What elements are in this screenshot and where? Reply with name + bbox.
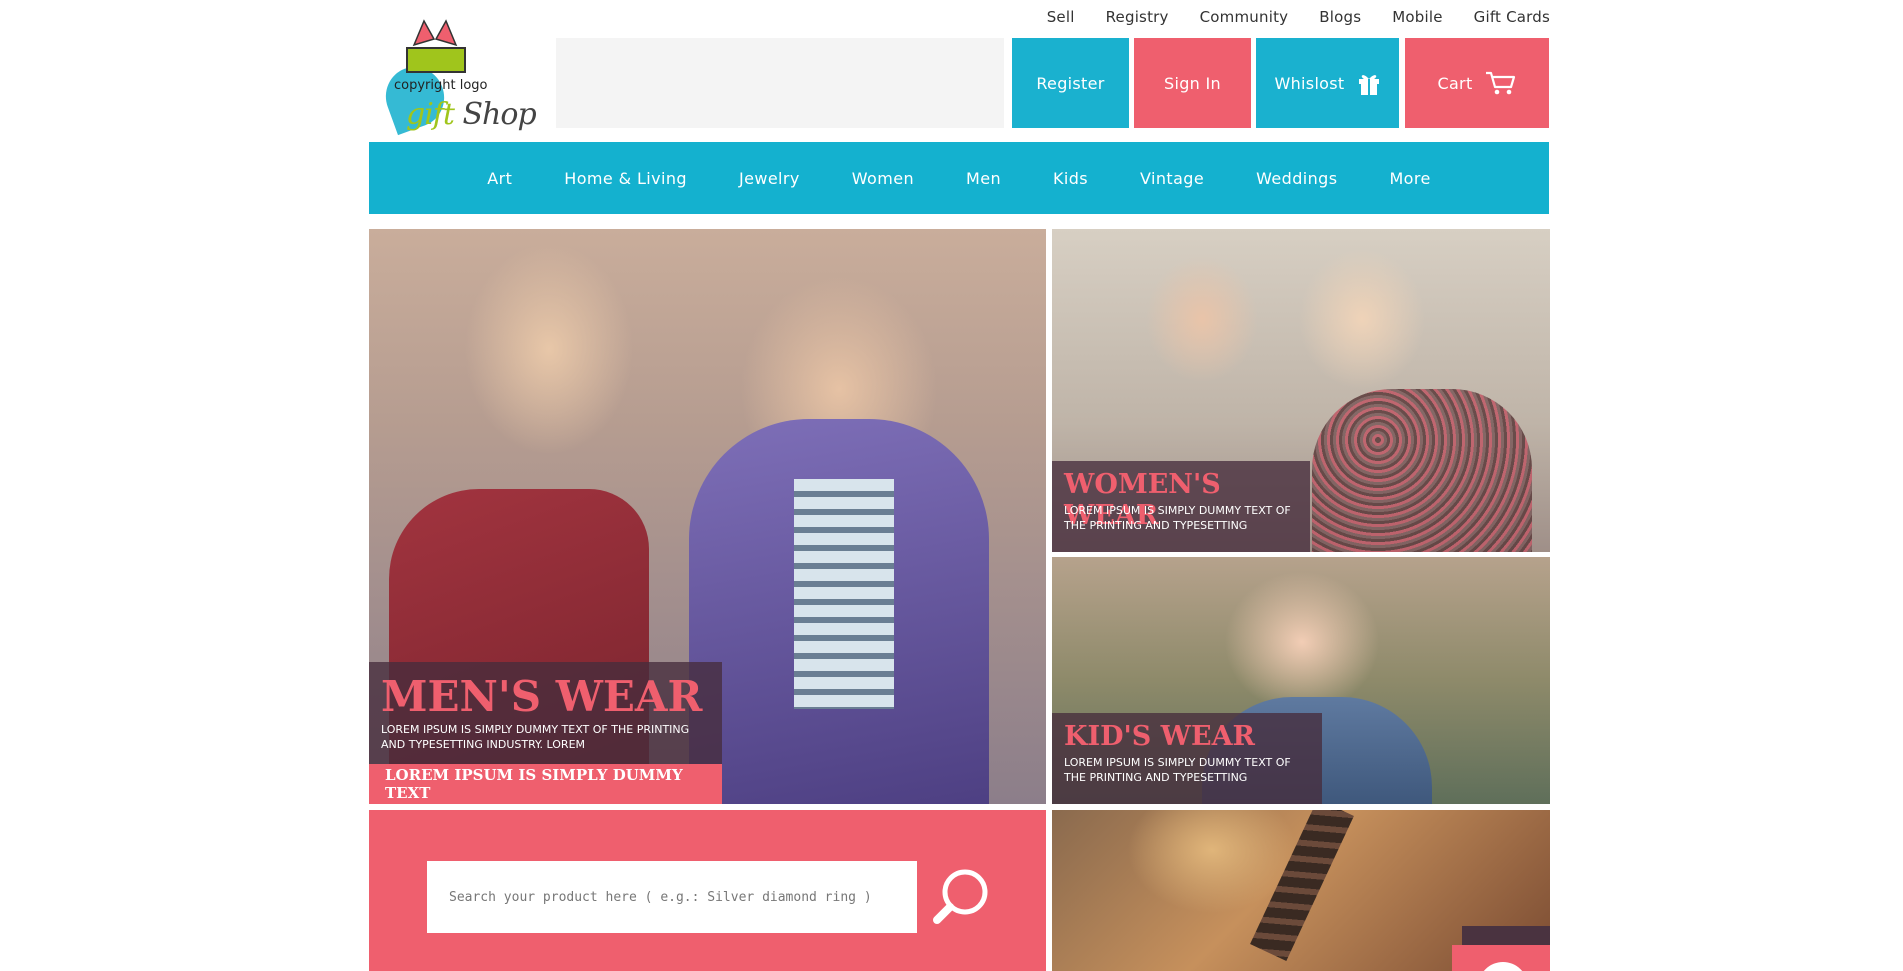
logo-wordmark-shop: Shop	[453, 97, 537, 132]
kids-description: LOREM IPSUM IS SIMPLY DUMMY TEXT OF THE …	[1064, 756, 1291, 784]
top-link-registry[interactable]: Registry	[1106, 8, 1169, 26]
site-logo[interactable]: gift Shop copyright logo	[368, 15, 554, 136]
wishlist-button[interactable]: Whislost	[1256, 38, 1399, 128]
top-link-gift-cards[interactable]: Gift Cards	[1474, 8, 1550, 26]
nav-item-kids[interactable]: Kids	[1053, 169, 1088, 188]
cart-label: Cart	[1437, 73, 1473, 93]
register-label: Register	[1036, 73, 1105, 93]
signin-button[interactable]: Sign In	[1134, 38, 1251, 128]
top-link-blogs[interactable]: Blogs	[1319, 8, 1361, 26]
womens-wear-tile[interactable]: WOMEN'S WEAR LOREM IPSUM IS SIMPLY DUMMY…	[1052, 229, 1550, 552]
mens-cta-button[interactable]: LOREM IPSUM IS SIMPLY DUMMY TEXT	[369, 764, 722, 804]
cart-button[interactable]: Cart	[1405, 38, 1549, 128]
logo-wordmark: gift Shop	[406, 97, 537, 132]
search-input[interactable]	[427, 861, 917, 933]
nav-item-jewelry[interactable]: Jewelry	[739, 169, 800, 188]
nav-item-home-living[interactable]: Home & Living	[564, 169, 687, 188]
kids-wear-tile[interactable]: KID'S WEAR LOREM IPSUM IS SIMPLY DUMMY T…	[1052, 557, 1550, 804]
kids-title: KID'S WEAR	[1064, 721, 1255, 752]
mens-caption: MEN'S WEAR LOREM IPSUM IS SIMPLY DUMMY T…	[369, 662, 722, 764]
top-link-sell[interactable]: Sell	[1047, 8, 1075, 26]
kids-caption: KID'S WEAR LOREM IPSUM IS SIMPLY DUMMY T…	[1052, 713, 1322, 804]
nav-item-more[interactable]: More	[1389, 169, 1430, 188]
mens-description: LOREM IPSUM IS SIMPLY DUMMY TEXT OF THE …	[381, 723, 690, 751]
womens-description: LOREM IPSUM IS SIMPLY DUMMY TEXT OF THE …	[1064, 504, 1291, 532]
main-nav: Art Home & Living Jewelry Women Men Kids…	[369, 142, 1549, 214]
logo-caption: copyright logo	[394, 78, 488, 93]
mens-title: MEN'S WEAR	[381, 672, 703, 721]
accessories-tile[interactable]	[1052, 810, 1550, 971]
top-link-community[interactable]: Community	[1200, 8, 1289, 26]
womens-caption: WOMEN'S WEAR LOREM IPSUM IS SIMPLY DUMMY…	[1052, 461, 1310, 552]
magnifier-icon[interactable]	[929, 864, 995, 930]
cart-icon	[1485, 71, 1515, 95]
nav-item-men[interactable]: Men	[966, 169, 1001, 188]
nav-item-art[interactable]: Art	[487, 169, 512, 188]
register-button[interactable]: Register	[1012, 38, 1129, 128]
womens-photo-dress	[1312, 389, 1532, 552]
chain-photo	[1250, 810, 1354, 961]
nav-item-vintage[interactable]: Vintage	[1140, 169, 1204, 188]
mens-wear-tile[interactable]: MEN'S WEAR LOREM IPSUM IS SIMPLY DUMMY T…	[369, 229, 1046, 804]
mens-photo-striped-shirt	[794, 479, 894, 709]
bow-icon	[412, 19, 458, 47]
wishlist-label: Whislost	[1274, 73, 1345, 93]
top-links: Sell Registry Community Blogs Mobile Gif…	[1047, 8, 1550, 26]
nav-item-weddings[interactable]: Weddings	[1256, 169, 1337, 188]
gift-icon	[1358, 75, 1379, 95]
top-link-mobile[interactable]: Mobile	[1392, 8, 1442, 26]
nav-item-women[interactable]: Women	[852, 169, 914, 188]
signin-label: Sign In	[1164, 73, 1221, 93]
search-panel	[369, 810, 1046, 971]
logo-wordmark-gift: gift	[406, 97, 455, 132]
logo-gift-box	[406, 47, 466, 73]
header-spacer	[556, 38, 1004, 128]
